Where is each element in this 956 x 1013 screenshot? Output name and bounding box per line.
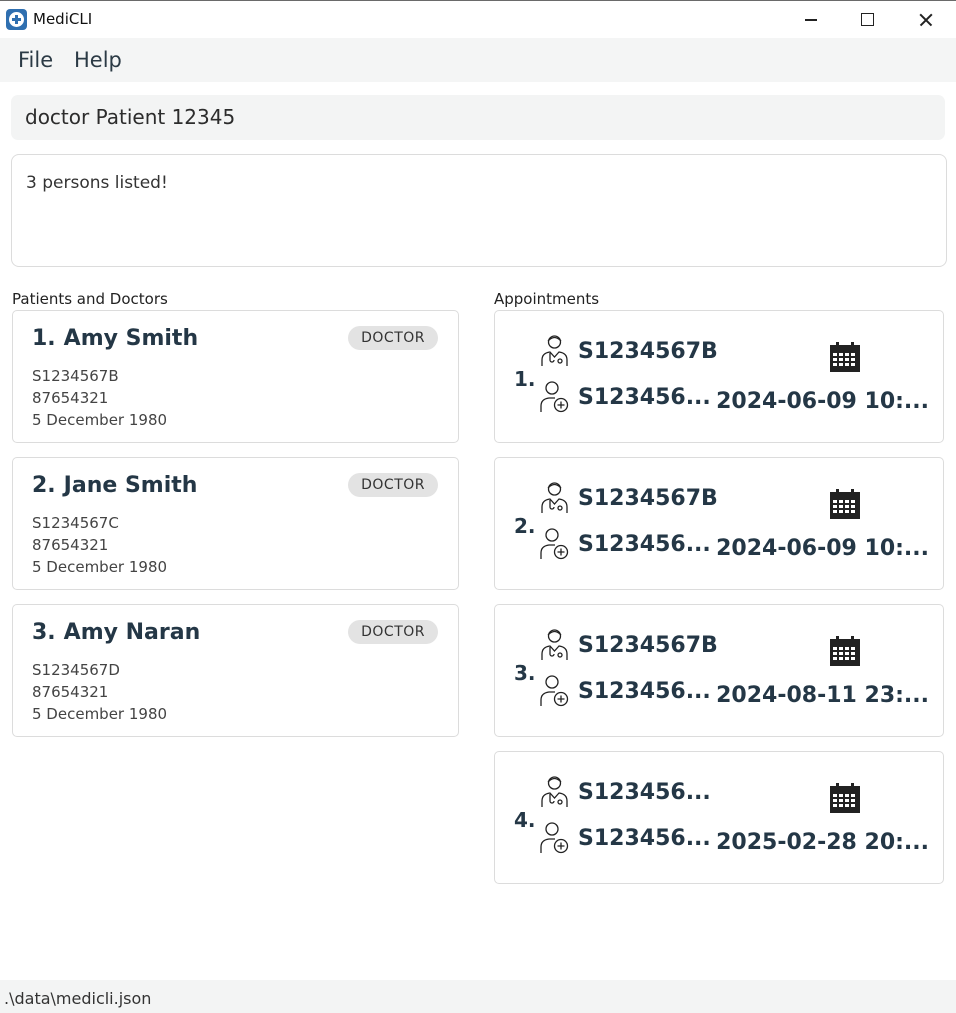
appointment-datetime: 2025-02-28 20:...	[716, 830, 929, 855]
appointment-card[interactable]: 2. S1234567B S123456... 2024-06-09 10:..…	[494, 457, 944, 590]
doctor-icon	[541, 629, 568, 660]
person-dob: 5 December 1980	[32, 411, 168, 429]
calendar-icon	[830, 783, 860, 813]
patient-icon	[540, 528, 569, 560]
person-tag: DOCTOR	[348, 620, 438, 644]
appointment-datetime: 2024-08-11 23:...	[716, 683, 929, 708]
person-name: 1. Amy Smith	[32, 326, 199, 351]
appointment-doctor-nric: S1234567B	[578, 633, 718, 658]
menu-bar: File Help	[0, 38, 956, 82]
person-phone: 87654321	[32, 536, 109, 554]
medical-cross-icon	[6, 9, 27, 30]
person-dob: 5 December 1980	[32, 558, 168, 576]
menu-help[interactable]: Help	[74, 48, 122, 72]
calendar-icon	[830, 489, 860, 519]
appointment-patient-nric: S123456...	[578, 679, 711, 704]
appointment-index: 1.	[514, 367, 536, 391]
close-button[interactable]	[896, 1, 954, 39]
appointment-patient-nric: S123456...	[578, 385, 711, 410]
appointment-index: 3.	[514, 661, 536, 685]
menu-file[interactable]: File	[18, 48, 53, 72]
appointment-datetime: 2024-06-09 10:...	[716, 389, 929, 414]
save-location: .\data\medicli.json	[4, 989, 152, 1008]
appointment-card[interactable]: 4. S123456... S123456... 2025-02-28 20:.…	[494, 751, 944, 884]
appointment-index: 4.	[514, 808, 536, 832]
appointment-doctor-nric: S123456...	[578, 780, 711, 805]
minimize-button[interactable]	[781, 1, 839, 39]
calendar-icon	[830, 342, 860, 372]
person-tag: DOCTOR	[348, 473, 438, 497]
command-input[interactable]: doctor Patient 12345	[11, 95, 945, 140]
person-dob: 5 December 1980	[32, 705, 168, 723]
person-card[interactable]: 3. Amy Naran DOCTOR S1234567D 87654321 5 …	[12, 604, 459, 737]
status-bar: .\data\medicli.json	[0, 980, 956, 1013]
person-nric: S1234567B	[32, 367, 119, 385]
calendar-icon	[830, 636, 860, 666]
doctor-icon	[541, 335, 568, 366]
appointment-patient-nric: S123456...	[578, 826, 711, 851]
person-name: 3. Amy Naran	[32, 620, 201, 645]
appointment-datetime: 2024-06-09 10:...	[716, 536, 929, 561]
title-bar: MediCLI	[0, 0, 956, 38]
appointment-card[interactable]: 3. S1234567B S123456... 2024-08-11 23:..…	[494, 604, 944, 737]
doctor-icon	[541, 776, 568, 807]
appointment-doctor-nric: S1234567B	[578, 486, 718, 511]
patient-icon	[540, 381, 569, 413]
doctor-icon	[541, 482, 568, 513]
persons-section-label: Patients and Doctors	[12, 290, 168, 308]
person-phone: 87654321	[32, 683, 109, 701]
window-title: MediCLI	[33, 10, 93, 28]
person-nric: S1234567C	[32, 514, 119, 532]
patient-icon	[540, 675, 569, 707]
appointment-card[interactable]: 1. S1234567B S123456... 2024-06-09 10:..…	[494, 310, 944, 443]
person-card[interactable]: 2. Jane Smith DOCTOR S1234567C 87654321 5…	[12, 457, 459, 590]
appointment-patient-nric: S123456...	[578, 532, 711, 557]
result-message: 3 persons listed!	[26, 173, 168, 193]
patient-icon	[540, 822, 569, 854]
result-display: 3 persons listed!	[11, 154, 947, 267]
person-phone: 87654321	[32, 389, 109, 407]
person-card[interactable]: 1. Amy Smith DOCTOR S1234567B 87654321 5 …	[12, 310, 459, 443]
command-input-value: doctor Patient 12345	[25, 105, 236, 129]
appointments-section-label: Appointments	[494, 290, 600, 308]
appointment-doctor-nric: S1234567B	[578, 339, 718, 364]
maximize-button[interactable]	[838, 1, 896, 39]
appointment-index: 2.	[514, 514, 536, 538]
person-tag: DOCTOR	[348, 326, 438, 350]
person-name: 2. Jane Smith	[32, 473, 198, 498]
person-nric: S1234567D	[32, 661, 120, 679]
